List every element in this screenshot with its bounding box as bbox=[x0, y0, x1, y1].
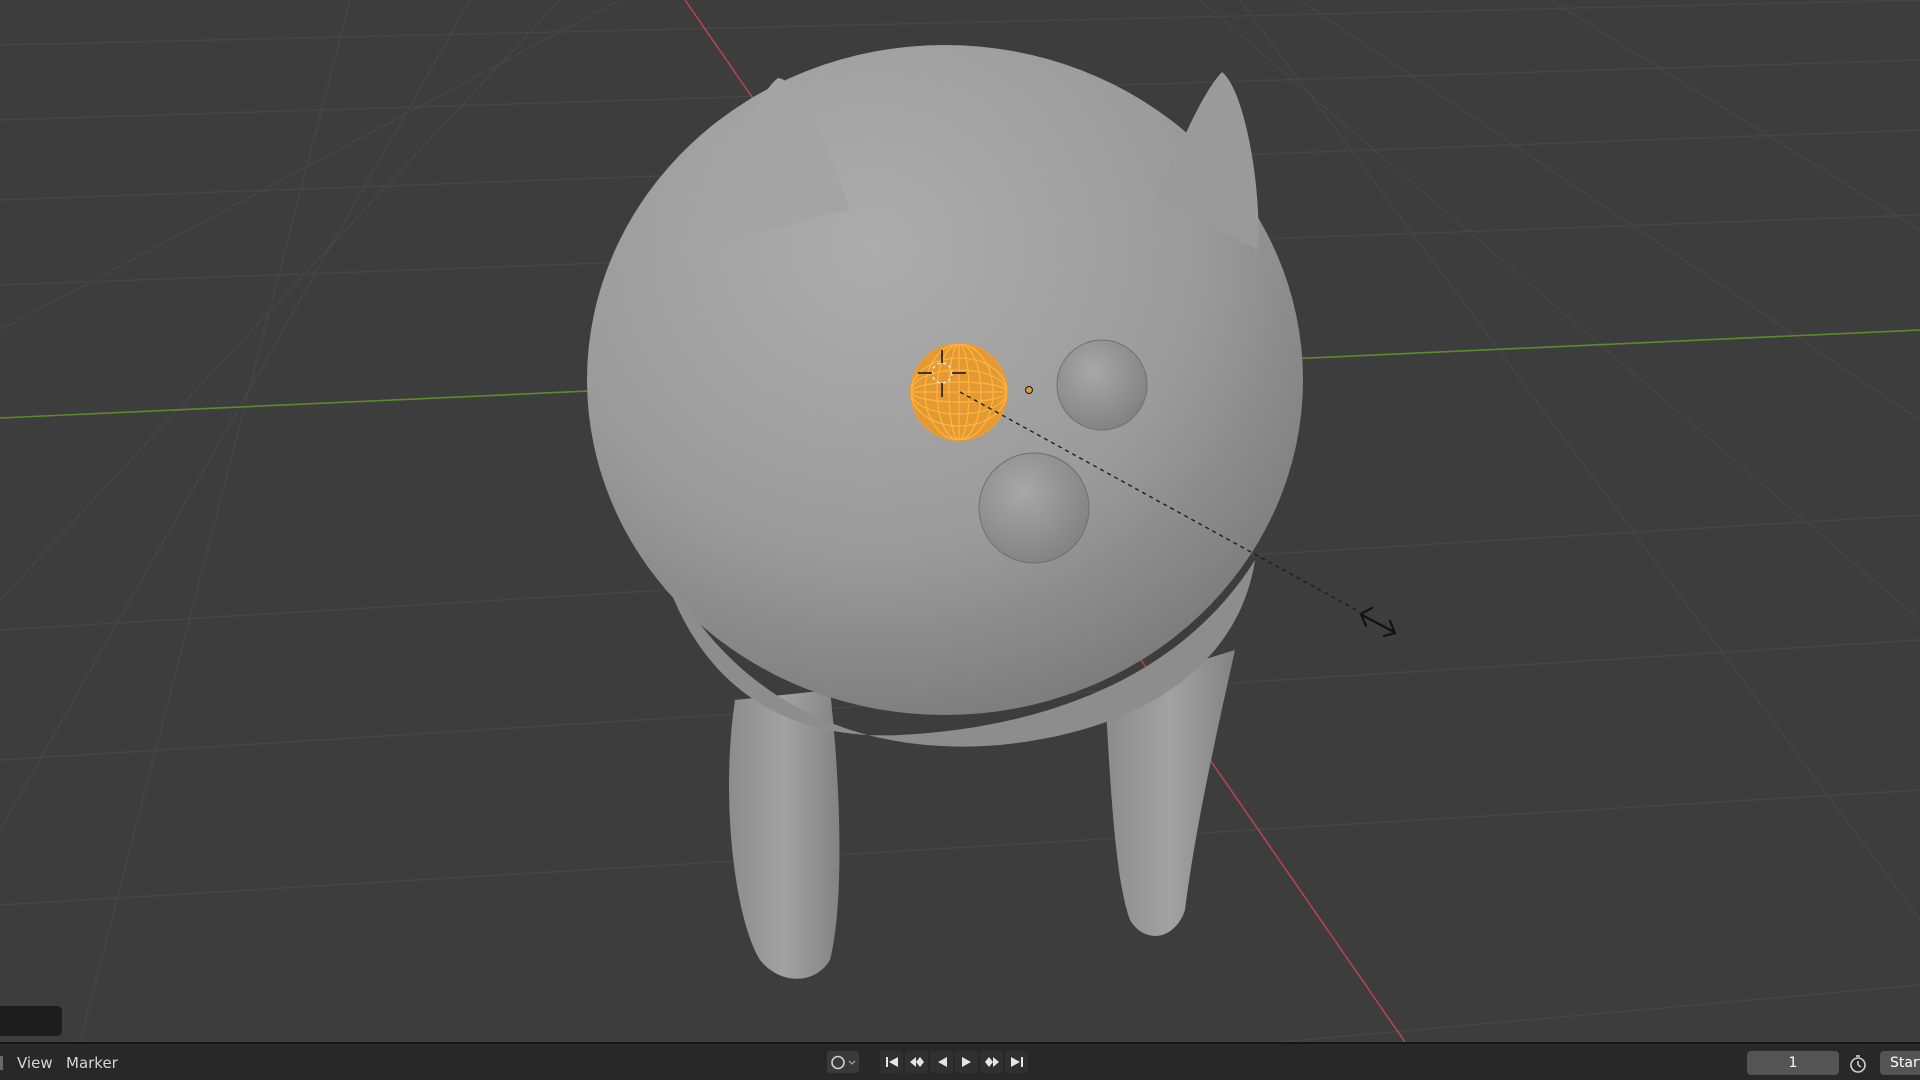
jump-to-end-button[interactable] bbox=[1005, 1051, 1028, 1073]
next-keyframe-icon bbox=[984, 1057, 999, 1067]
collapsed-side-panel[interactable] bbox=[0, 1006, 62, 1036]
play-reverse-button[interactable] bbox=[930, 1051, 953, 1073]
stopwatch-icon[interactable] bbox=[1847, 1053, 1869, 1075]
nose-sphere bbox=[978, 452, 1090, 564]
menu-view[interactable]: View bbox=[17, 1054, 53, 1072]
previous-keyframe-button[interactable] bbox=[905, 1051, 928, 1073]
next-keyframe-button[interactable] bbox=[980, 1051, 1003, 1073]
viewport-canvas bbox=[0, 0, 1920, 1042]
eye-sphere-right bbox=[1056, 339, 1148, 431]
object-origin bbox=[1025, 386, 1033, 394]
current-frame-field[interactable]: 1 bbox=[1747, 1051, 1839, 1075]
start-frame-field[interactable]: Start bbox=[1880, 1051, 1920, 1075]
jump-to-start-icon bbox=[885, 1057, 898, 1067]
cat-mesh bbox=[587, 45, 1303, 979]
scale-arrows-icon bbox=[1359, 606, 1397, 638]
play-reverse-icon bbox=[937, 1057, 947, 1067]
record-circle-icon bbox=[831, 1055, 856, 1070]
editor-type-edge[interactable] bbox=[0, 1056, 3, 1070]
timeline-header: View Marker 1 Star bbox=[0, 1042, 1920, 1080]
jump-to-start-button[interactable] bbox=[880, 1051, 903, 1073]
jump-to-end-icon bbox=[1010, 1057, 1023, 1067]
playback-controls bbox=[880, 1051, 1028, 1073]
previous-keyframe-icon bbox=[909, 1057, 924, 1067]
start-frame-label: Start bbox=[1890, 1055, 1920, 1071]
eye-sphere-selected bbox=[910, 343, 1008, 441]
auto-keying-button[interactable] bbox=[826, 1050, 860, 1074]
menu-marker[interactable]: Marker bbox=[66, 1054, 118, 1072]
play-icon bbox=[961, 1057, 971, 1067]
play-button[interactable] bbox=[955, 1051, 978, 1073]
3d-viewport[interactable] bbox=[0, 0, 1920, 1042]
